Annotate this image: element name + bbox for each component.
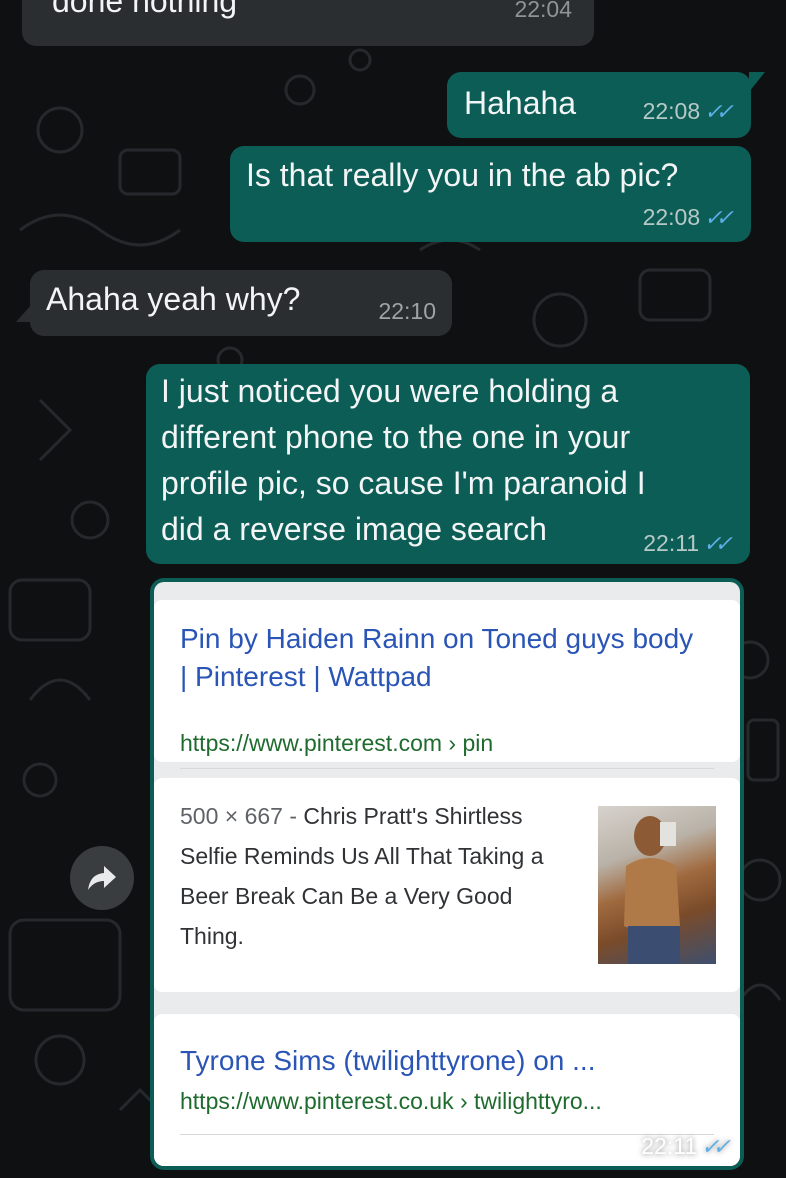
message-time: 22:08 [642,204,701,230]
shared-screenshot[interactable]: Pin by Haiden Rainn on Toned guys body |… [154,582,740,1166]
message-time: 22:11 [643,530,700,556]
message-time: 22:04 [514,0,572,23]
search-result-pinterest[interactable]: Pin by Haiden Rainn on Toned guys body |… [154,600,740,762]
message-time: 22:10 [378,298,436,324]
image-message[interactable]: Pin by Haiden Rainn on Toned guys body |… [150,578,744,1170]
message-text: done nothing [52,0,238,19]
message-time: 22:11 [641,1133,698,1159]
double-check-icon: ✓✓ [703,530,733,556]
image-dimensions: 500 × 667 [180,803,283,829]
message-meta: 22:11 ✓✓ [643,530,734,557]
result-title[interactable]: Tyrone Sims (twilighttyrone) on ... [180,1042,595,1080]
search-result-image[interactable]: 500 × 667 - Chris Pratt's Shirtless Self… [154,778,740,992]
result-url[interactable]: https://www.pinterest.com › pin [180,728,493,758]
message-bubble-incoming[interactable]: Ahaha yeah why? 22:10 [16,270,452,336]
message-time-text: 22:04 [514,0,572,22]
message-time: 22:08 [642,98,701,124]
double-check-icon: ✓✓ [704,204,734,230]
photo-person-figure [624,816,680,964]
result-title[interactable]: Pin by Haiden Rainn on Toned guys body |… [180,620,700,696]
double-check-icon: ✓✓ [704,98,734,124]
result-url[interactable]: https://www.pinterest.co.uk › twilightty… [180,1086,602,1116]
message-bubble-partial[interactable]: done nothing 22:04 [22,0,594,46]
message-bubble-outgoing[interactable]: I just noticed you were holding a differ… [146,364,750,564]
message-text: Ahaha yeah why? [46,281,301,317]
forward-button[interactable] [70,846,134,910]
double-check-icon: ✓✓ [701,1133,731,1159]
result-divider [180,768,714,769]
bubble-tail [16,304,32,322]
message-text: Is that really you in the ab pic? [246,157,679,193]
bubble-tail [749,72,765,92]
message-meta: 22:08 ✓✓ [643,204,735,231]
result-description: 500 × 667 - Chris Pratt's Shirtless Self… [180,796,570,956]
message-meta: 22:08 ✓✓ [643,98,735,125]
message-meta: 22:10 [378,298,436,325]
result-divider [180,1134,714,1135]
message-bubble-outgoing[interactable]: Is that really you in the ab pic? 22:08 … [230,146,751,242]
message-bubble-outgoing[interactable]: Hahaha 22:08 ✓✓ [447,72,765,138]
forward-arrow-icon [88,866,116,890]
result-thumbnail[interactable] [598,806,716,964]
separator: - [282,803,304,829]
message-text: I just noticed you were holding a differ… [161,373,646,547]
image-message-meta: 22:11 ✓✓ [641,1133,732,1160]
message-text: Hahaha [464,85,577,121]
